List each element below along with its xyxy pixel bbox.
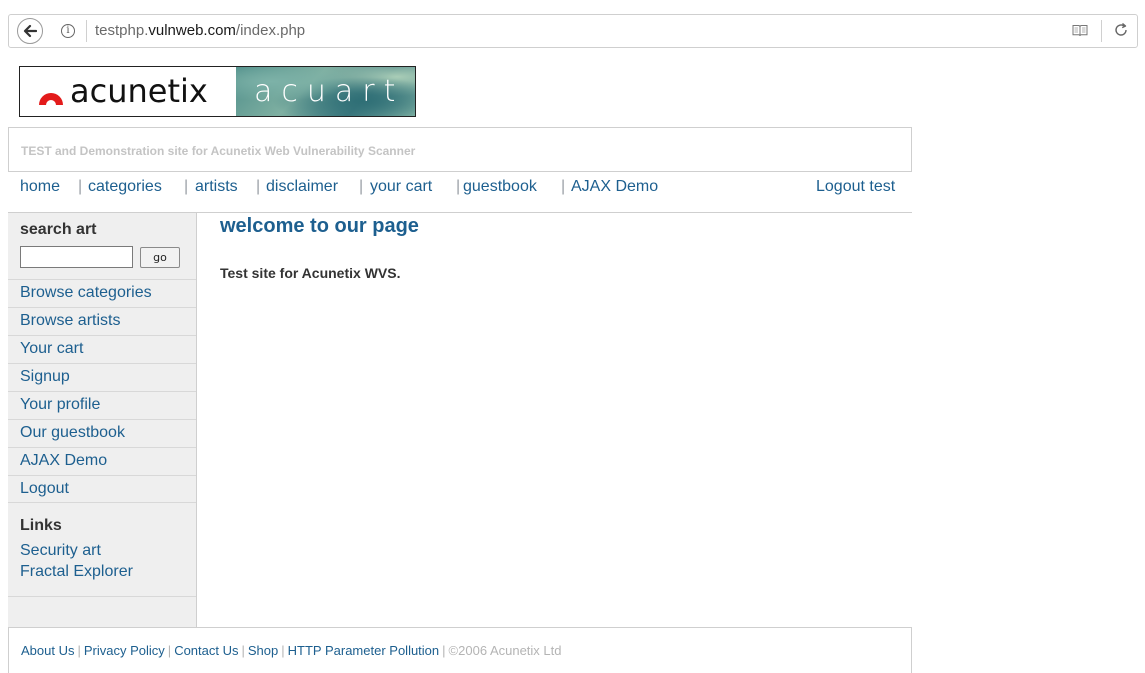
reload-icon[interactable]	[1113, 22, 1129, 38]
page-title: welcome to our page	[220, 215, 419, 237]
link-fractal-explorer[interactable]: Fractal Explorer	[20, 561, 133, 582]
sidebar-item-signup[interactable]: Signup	[8, 363, 196, 391]
tagline-box: TEST and Demonstration site for Acunetix…	[8, 127, 912, 172]
nav-categories[interactable]: categories	[88, 178, 162, 196]
nav-disclaimer[interactable]: disclaimer	[266, 178, 338, 196]
links-title: Links	[20, 517, 62, 534]
footer-links: About Us | Privacy Policy | Contact Us | Shop |…	[21, 643, 561, 658]
acunetix-mark-icon	[39, 92, 63, 105]
footer: About Us | Privacy Policy | Contact Us | Shop |…	[8, 627, 912, 673]
browser-toolbar: i testphp.vulnweb.com/index.php	[0, 0, 1145, 62]
site-logo[interactable]: acunetix acuart	[19, 66, 416, 117]
nav-separator: |	[256, 178, 261, 195]
back-button[interactable]	[17, 18, 43, 44]
nav-separator: |	[78, 178, 83, 195]
footer-about-us[interactable]: About Us	[21, 643, 74, 658]
search-input[interactable]	[20, 246, 133, 268]
page-text: Test site for Acunetix WVS.	[220, 265, 401, 281]
footer-separator: |	[241, 643, 245, 658]
back-arrow-icon	[23, 24, 37, 38]
search-title: search art	[20, 221, 97, 238]
site-tagline: TEST and Demonstration site for Acunetix…	[21, 144, 416, 158]
acunetix-logo: acunetix	[20, 67, 236, 116]
nav-ajax-demo[interactable]: AJAX Demo	[571, 178, 658, 196]
sidebar-item-browse-artists[interactable]: Browse artists	[8, 307, 196, 335]
nav-artists[interactable]: artists	[195, 178, 238, 196]
address-separator	[86, 20, 87, 42]
acuart-logo: acuart	[236, 67, 415, 116]
link-security-art[interactable]: Security art	[20, 540, 133, 561]
footer-http-parameter-pollution[interactable]: HTTP Parameter Pollution	[288, 643, 440, 658]
acuart-wordmark: acuart	[254, 74, 405, 109]
sidebar-divider	[8, 596, 196, 597]
url-domain: vulnweb.com	[148, 22, 236, 39]
url-prefix: testphp.	[95, 22, 149, 39]
nav-home[interactable]: home	[20, 178, 60, 196]
url-path: /index.php	[235, 22, 306, 39]
footer-privacy-policy[interactable]: Privacy Policy	[84, 643, 165, 658]
info-icon[interactable]: i	[61, 24, 75, 38]
sidebar-item-your-cart[interactable]: Your cart	[8, 335, 196, 363]
nav-separator: |	[456, 178, 461, 195]
footer-separator: |	[167, 643, 172, 658]
footer-separator: |	[281, 643, 285, 658]
sidebar-item-browse-categories[interactable]: Browse categories	[8, 279, 196, 307]
footer-shop[interactable]: Shop	[248, 643, 278, 658]
nav-logout[interactable]: Logout test	[816, 178, 895, 196]
nav-separator: |	[561, 178, 566, 195]
nav-separator: |	[184, 178, 189, 195]
links-list: Security art Fractal Explorer	[20, 540, 133, 582]
url-text[interactable]: testphp.vulnweb.com/index.php	[95, 22, 305, 39]
sidebar-item-ajax-demo[interactable]: AJAX Demo	[8, 447, 196, 475]
sidebar-menu: Browse categories Browse artists Your ca…	[8, 279, 196, 503]
top-navigation: home | categories | artists | disclaimer…	[8, 175, 912, 213]
sidebar-item-your-profile[interactable]: Your profile	[8, 391, 196, 419]
search-go-button[interactable]: go	[140, 247, 180, 268]
footer-separator: |	[442, 643, 446, 658]
reader-view-icon[interactable]	[1072, 24, 1088, 37]
acunetix-wordmark: acunetix	[70, 71, 208, 110]
footer-copyright: ©2006 Acunetix Ltd	[448, 643, 562, 658]
sidebar: search art go Browse categories Browse a…	[8, 213, 197, 627]
toolbar-separator	[1101, 20, 1102, 42]
sidebar-item-logout[interactable]: Logout	[8, 475, 196, 503]
sidebar-item-our-guestbook[interactable]: Our guestbook	[8, 419, 196, 447]
nav-separator: |	[359, 178, 364, 195]
nav-your-cart[interactable]: your cart	[370, 178, 432, 196]
nav-guestbook[interactable]: guestbook	[463, 178, 537, 196]
footer-separator: |	[77, 643, 81, 658]
footer-contact-us[interactable]: Contact Us	[174, 643, 238, 658]
